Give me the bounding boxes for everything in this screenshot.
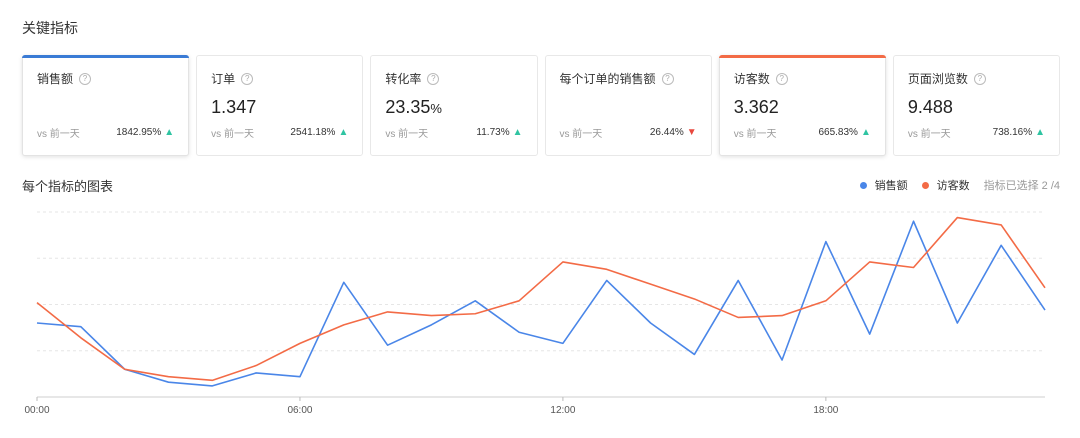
change-percent-text: 738.16%	[992, 127, 1033, 138]
card-label-text: 每个订单的销售额	[559, 72, 656, 86]
metric-card-sales[interactable]: 销售额? vs 前一天 1842.95% ▲	[22, 55, 190, 156]
card-label: 每个订单的销售额?	[560, 70, 697, 87]
card-footer: vs 前一天 26.44% ▼	[560, 125, 697, 140]
vs-label: vs 前一天	[559, 129, 603, 140]
page-title: 关键指标	[22, 20, 78, 36]
card-accent-bar	[718, 55, 886, 58]
change-percent-text: 26.44%	[649, 127, 684, 138]
arrow-up-icon: ▲	[1035, 127, 1046, 138]
card-value-number: 23.35	[385, 97, 431, 117]
card-footer: vs 前一天 1842.95% ▲	[37, 125, 174, 140]
legend-dot-visitors	[921, 181, 929, 189]
metric-card-sales-per-order[interactable]: 每个订单的销售额? vs 前一天 26.44% ▼	[544, 55, 712, 156]
card-label: 转化率?	[385, 70, 522, 87]
card-label: 销售额?	[37, 70, 174, 87]
arrow-up-icon: ▲	[338, 127, 349, 138]
card-label: 访客数?	[734, 70, 871, 87]
vs-label: vs 前一天	[385, 129, 429, 140]
card-value	[37, 97, 174, 119]
card-value: 23.35%	[385, 97, 522, 119]
card-accent-bar	[22, 55, 190, 58]
chart-title: 每个指标的图表	[22, 179, 114, 194]
arrow-up-icon: ▲	[512, 127, 523, 138]
card-label-text: 页面浏览数	[907, 72, 968, 86]
chart-legend: 销售额 访客数 指标已选择 2 /4	[859, 177, 1060, 193]
legend-dot-sales	[859, 181, 867, 189]
metric-card-orders[interactable]: 订单? 1.347 vs 前一天 2541.18% ▲	[196, 55, 364, 156]
line-chart: 00:00 06:00 12:00 18:00	[24, 211, 1046, 416]
vs-label: vs 前一天	[37, 129, 80, 140]
legend-label-sales: 销售额	[874, 180, 908, 192]
change-percent-text: 2541.18%	[290, 127, 336, 138]
metric-card-visitors[interactable]: 访客数? 3.362 vs 前一天 665.83% ▲	[718, 55, 886, 156]
series-line-visitors[interactable]	[36, 216, 1046, 382]
change-percent: 1842.95% ▲	[116, 127, 174, 138]
help-icon[interactable]: ?	[775, 72, 788, 85]
metric-cards: 销售额? vs 前一天 1842.95% ▲ 订单? 1.347 vs 前一天 2541.18…	[22, 55, 1061, 156]
card-value: 3.362	[734, 97, 871, 119]
card-value-number: 3.362	[733, 97, 779, 117]
change-percent-text: 11.73%	[476, 127, 510, 138]
metric-card-page-views[interactable]: 页面浏览数? 9.488 vs 前一天 738.16% ▲	[892, 55, 1061, 156]
change-percent-text: 665.83%	[818, 127, 858, 138]
help-icon[interactable]: ?	[427, 72, 440, 85]
x-tick-label: 18:00	[813, 405, 838, 416]
card-value-unit: %	[430, 101, 442, 116]
x-tick-label: 12:00	[550, 405, 575, 416]
card-footer: vs 前一天 665.83% ▲	[734, 125, 871, 140]
change-percent: 665.83% ▲	[818, 127, 870, 138]
card-footer: vs 前一天 738.16% ▲	[908, 125, 1045, 140]
card-value: 9.488	[908, 97, 1045, 119]
legend-item-visitors[interactable]: 访客数	[921, 177, 970, 193]
card-label: 页面浏览数?	[908, 70, 1045, 87]
card-value-number: 1.347	[211, 97, 257, 117]
legend-item-sales[interactable]: 销售额	[859, 177, 908, 193]
help-icon[interactable]: ?	[241, 72, 254, 85]
arrow-up-icon: ▲	[164, 127, 175, 138]
card-label-text: 订单	[211, 72, 236, 86]
x-tick-label: 06:00	[287, 405, 312, 416]
arrow-up-icon: ▲	[860, 127, 871, 138]
card-label-text: 转化率	[385, 72, 422, 86]
card-footer: vs 前一天 11.73% ▲	[385, 125, 522, 140]
change-percent: 2541.18% ▲	[290, 127, 348, 138]
series-line-sales[interactable]	[36, 220, 1046, 387]
change-percent: 26.44% ▼	[650, 127, 697, 138]
metric-card-conversion-rate[interactable]: 转化率? 23.35% vs 前一天 11.73% ▲	[370, 55, 538, 156]
card-value-number: 9.488	[907, 97, 953, 117]
card-label: 订单?	[211, 70, 348, 87]
card-value	[560, 97, 697, 119]
legend-label-visitors: 访客数	[936, 180, 970, 192]
card-label-text: 销售额	[37, 72, 74, 86]
help-icon[interactable]: ?	[973, 72, 986, 85]
change-percent-text: 1842.95%	[116, 127, 162, 138]
change-percent: 11.73% ▲	[476, 127, 522, 138]
card-footer: vs 前一天 2541.18% ▲	[211, 125, 348, 140]
help-icon[interactable]: ?	[79, 72, 92, 85]
vs-label: vs 前一天	[211, 129, 254, 140]
vs-label: vs 前一天	[907, 129, 951, 140]
x-tick-label: 00:00	[24, 405, 49, 416]
change-percent: 738.16% ▲	[993, 127, 1045, 138]
arrow-down-icon: ▼	[686, 127, 697, 138]
help-icon[interactable]: ?	[661, 72, 674, 85]
vs-label: vs 前一天	[733, 129, 777, 140]
card-value: 1.347	[211, 97, 348, 119]
selected-metrics-count[interactable]: 指标已选择 2 /4	[984, 177, 1060, 193]
card-label-text: 访客数	[733, 72, 770, 86]
